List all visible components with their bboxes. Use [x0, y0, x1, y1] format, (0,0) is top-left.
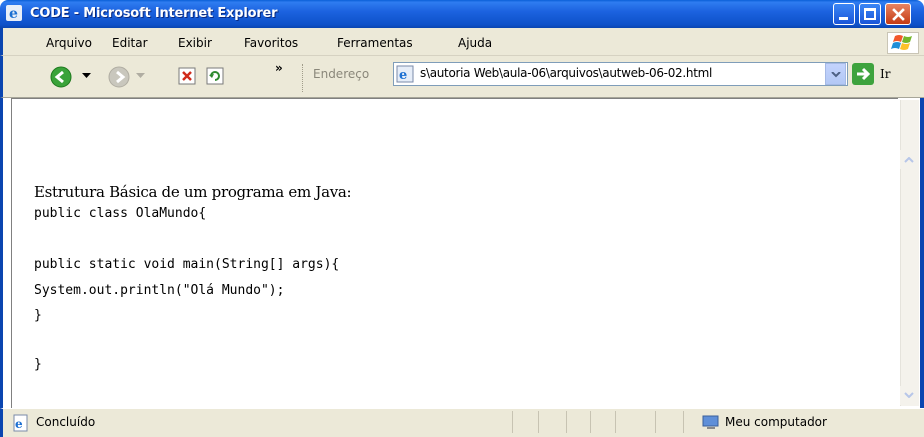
status-divider: [512, 411, 513, 433]
code-line: }: [34, 357, 42, 372]
address-label: Endereço: [313, 67, 370, 81]
minimize-icon: [839, 17, 848, 20]
page-done-icon: e: [13, 414, 28, 432]
status-divider: [538, 411, 539, 433]
go-arrow-icon: [857, 67, 871, 81]
address-dropdown-button[interactable]: [825, 63, 846, 85]
svg-text:e: e: [399, 68, 407, 83]
forward-icon[interactable]: [108, 66, 130, 88]
back-icon[interactable]: [50, 66, 72, 88]
page-icon: e: [396, 65, 414, 83]
ie-logo-icon: e: [6, 5, 22, 21]
chevron-down-icon: [831, 72, 841, 78]
menu-ferramentas[interactable]: Ferramentas: [337, 36, 413, 50]
menu-exibir[interactable]: Exibir: [178, 36, 212, 50]
status-divider: [566, 411, 567, 433]
minimize-button[interactable]: [833, 3, 855, 25]
menu-favoritos[interactable]: Favoritos: [244, 36, 298, 50]
refresh-icon[interactable]: [206, 67, 224, 85]
forward-dropdown-icon[interactable]: [136, 73, 145, 79]
vertical-scrollbar[interactable]: [900, 100, 919, 406]
status-divider: [683, 411, 684, 433]
close-icon: [892, 8, 905, 21]
code-line: public class OlaMundo{: [34, 206, 207, 221]
chevron-down-icon: [904, 392, 914, 398]
page-content: [11, 98, 898, 408]
toolbar-chevron[interactable]: »: [275, 61, 283, 75]
toolbar-separator: [302, 64, 304, 92]
status-divider: [655, 411, 656, 433]
computer-zone-icon: [702, 415, 719, 429]
address-input[interactable]: s\autoria Web\aula-06\arquivos\autweb-06…: [420, 66, 712, 80]
maximize-button[interactable]: [859, 3, 881, 25]
status-text: Concluído: [36, 415, 96, 429]
status-divider: [590, 411, 591, 433]
security-zone-label: Meu computador: [725, 415, 827, 429]
window-title: CODE - Microsoft Internet Explorer: [30, 6, 278, 21]
svg-text:e: e: [9, 6, 18, 21]
scroll-down-button[interactable]: [900, 386, 919, 405]
content-frame: [0, 98, 924, 408]
go-button[interactable]: [852, 63, 874, 85]
scroll-up-button[interactable]: [900, 150, 919, 169]
back-dropdown-icon[interactable]: [82, 73, 91, 79]
code-line: public static void main(String[] args){: [34, 257, 340, 272]
code-line: System.out.println("Olá Mundo");: [34, 283, 285, 298]
menu-editar[interactable]: Editar: [112, 36, 148, 50]
windows-flag-icon: [887, 32, 919, 54]
status-divider: [615, 411, 616, 433]
code-line: }: [34, 308, 42, 323]
chevron-up-icon: [904, 157, 914, 163]
stop-icon[interactable]: [178, 67, 196, 85]
maximize-icon: [864, 8, 876, 20]
menu-arquivo[interactable]: Arquivo: [46, 36, 92, 50]
go-label[interactable]: Ir: [880, 67, 890, 81]
svg-text:e: e: [15, 417, 23, 431]
close-button[interactable]: [885, 3, 911, 25]
menu-ajuda[interactable]: Ajuda: [458, 36, 492, 50]
page-heading: Estrutura Básica de um programa em Java:: [34, 183, 352, 201]
